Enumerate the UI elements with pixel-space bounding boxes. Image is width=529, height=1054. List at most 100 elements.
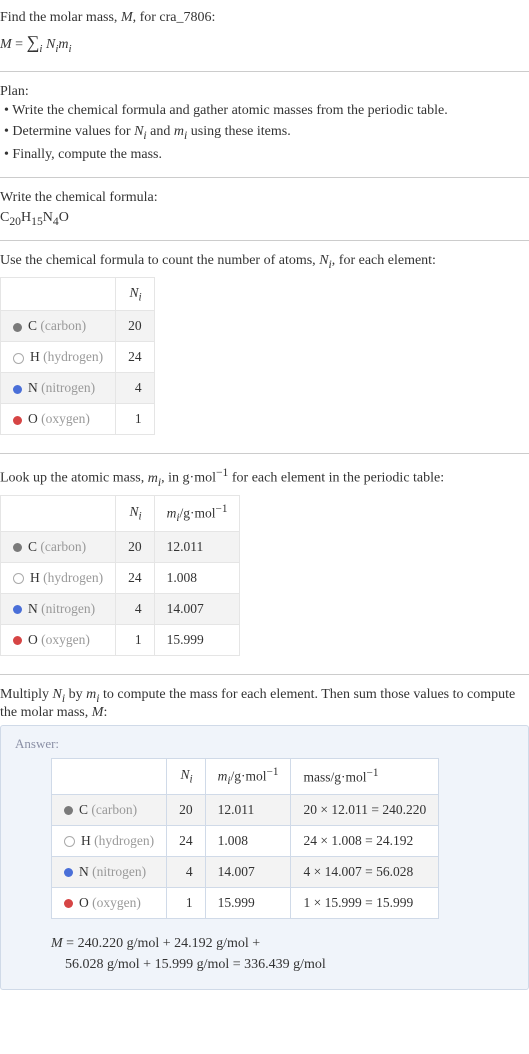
element-cell: H (hydrogen) bbox=[52, 825, 167, 856]
s3-post: for each element in the periodic table: bbox=[228, 471, 444, 486]
el-name: (hydrogen) bbox=[43, 349, 103, 364]
ni-val: 20 bbox=[116, 532, 155, 563]
mass-header: mass/g·mol−1 bbox=[291, 758, 439, 794]
ni-val: 4 bbox=[116, 594, 155, 625]
prompt-text2: , for cra_7806: bbox=[133, 10, 216, 25]
element-cell: C (carbon) bbox=[52, 794, 167, 825]
s3-mid: , in g·mol bbox=[161, 471, 216, 486]
ni-header: Ni bbox=[116, 277, 155, 311]
chem-o: O bbox=[59, 210, 69, 225]
s2-post: , for each element: bbox=[332, 253, 436, 268]
mass-h: mass/g·mol bbox=[303, 770, 366, 785]
neg1: −1 bbox=[216, 503, 228, 515]
table-row: C (carbon)2012.011 bbox=[1, 532, 240, 563]
el: N bbox=[28, 380, 38, 395]
divider bbox=[0, 71, 529, 72]
divider bbox=[0, 674, 529, 675]
table-row: H (hydrogen)241.00824 × 1.008 = 24.192 bbox=[52, 825, 439, 856]
element-cell: N (nitrogen) bbox=[52, 856, 167, 887]
mi-header: mi/g·mol−1 bbox=[154, 495, 240, 531]
var-m: M bbox=[92, 705, 104, 720]
s4-pre: Multiply bbox=[0, 687, 53, 702]
step4-heading: Multiply Ni by mi to compute the mass fo… bbox=[0, 687, 529, 721]
mi-val: 14.007 bbox=[205, 856, 291, 887]
plan-heading: Plan: bbox=[0, 84, 529, 100]
atom-count-table: Ni C (carbon)20 H (hydrogen)24 N (nitrog… bbox=[0, 277, 155, 436]
ni-val: 24 bbox=[167, 825, 206, 856]
table-row: N (nitrogen)414.0074 × 14.007 = 56.028 bbox=[52, 856, 439, 887]
el: C bbox=[79, 802, 88, 817]
mi-unit: /g·mol bbox=[180, 505, 216, 520]
ni-val: 20 bbox=[167, 794, 206, 825]
ni-header: Ni bbox=[167, 758, 206, 794]
plan-b2: • Determine values for Ni and mi using t… bbox=[4, 121, 529, 144]
element-cell: O (oxygen) bbox=[1, 404, 116, 435]
mi-h: m bbox=[218, 768, 228, 783]
ni-val: 1 bbox=[116, 404, 155, 435]
neg1: −1 bbox=[216, 466, 228, 479]
ni-h-sub: i bbox=[138, 511, 141, 523]
blank-header bbox=[1, 495, 116, 531]
element-cell: H (hydrogen) bbox=[1, 563, 116, 594]
chem-c: C bbox=[0, 210, 9, 225]
step-multiply: Multiply Ni by mi to compute the mass fo… bbox=[0, 679, 529, 1002]
table-header-row: Ni mi/g·mol−1 mass/g·mol−1 bbox=[52, 758, 439, 794]
el: H bbox=[30, 570, 40, 585]
s4-post: : bbox=[103, 705, 107, 720]
table-row: O (oxygen)115.9991 × 15.999 = 15.999 bbox=[52, 887, 439, 918]
table-row: O (oxygen)115.999 bbox=[1, 625, 240, 656]
element-cell: O (oxygen) bbox=[1, 625, 116, 656]
element-cell: N (nitrogen) bbox=[1, 594, 116, 625]
mi-unit: /g·mol bbox=[231, 768, 267, 783]
final-result: M = 240.220 g/mol + 24.192 g/mol + 56.02… bbox=[51, 925, 514, 975]
s4-mid: by bbox=[65, 687, 86, 702]
ni-val: 1 bbox=[167, 887, 206, 918]
chem-c-sub: 20 bbox=[9, 215, 21, 228]
divider bbox=[0, 177, 529, 178]
mass-val: 24 × 1.008 = 24.192 bbox=[291, 825, 439, 856]
el: N bbox=[28, 601, 38, 616]
step3-heading: Look up the atomic mass, mi, in g·mol−1 … bbox=[0, 466, 529, 488]
step-atomic-mass: Look up the atomic mass, mi, in g·mol−1 … bbox=[0, 458, 529, 670]
table-row: H (hydrogen)24 bbox=[1, 342, 155, 373]
mi-val: 1.008 bbox=[205, 825, 291, 856]
table-row: H (hydrogen)241.008 bbox=[1, 563, 240, 594]
element-cell: H (hydrogen) bbox=[1, 342, 116, 373]
el-name: (oxygen) bbox=[92, 895, 141, 910]
mi-val: 14.007 bbox=[154, 594, 240, 625]
prompt-text: Find the molar mass, bbox=[0, 10, 121, 25]
el-name: (carbon) bbox=[40, 539, 86, 554]
divider bbox=[0, 453, 529, 454]
ni-h-sub: i bbox=[189, 774, 192, 786]
ni-h-sub: i bbox=[138, 291, 141, 303]
el-name: (nitrogen) bbox=[41, 601, 95, 616]
el: H bbox=[30, 349, 40, 364]
var-m: M bbox=[121, 10, 133, 25]
plan-b3: • Finally, compute the mass. bbox=[4, 144, 529, 165]
answer-table: Ni mi/g·mol−1 mass/g·mol−1 C (carbon)201… bbox=[51, 758, 439, 919]
chemical-formula: C20H15N4O bbox=[0, 206, 529, 228]
step1-heading: Write the chemical formula: bbox=[0, 190, 529, 206]
el: N bbox=[79, 864, 89, 879]
answer-label: Answer: bbox=[15, 736, 514, 752]
molar-mass-formula: M = ∑i Nimi bbox=[0, 28, 529, 59]
el: C bbox=[28, 539, 37, 554]
element-cell: C (carbon) bbox=[1, 532, 116, 563]
s3-pre: Look up the atomic mass, bbox=[0, 471, 148, 486]
mass-val: 4 × 14.007 = 56.028 bbox=[291, 856, 439, 887]
el-name: (nitrogen) bbox=[41, 380, 95, 395]
atomic-mass-table: Ni mi/g·mol−1 C (carbon)2012.011 H (hydr… bbox=[0, 495, 240, 656]
chem-n: N bbox=[43, 210, 53, 225]
plan-bullets: • Write the chemical formula and gather … bbox=[0, 100, 529, 165]
el: O bbox=[28, 411, 38, 426]
prompt-section: Find the molar mass, M, for cra_7806: M … bbox=[0, 0, 529, 67]
step-formula: Write the chemical formula: C20H15N4O bbox=[0, 182, 529, 236]
chem-h-sub: 15 bbox=[31, 215, 43, 228]
table-header-row: Ni bbox=[1, 277, 155, 311]
step-count-atoms: Use the chemical formula to count the nu… bbox=[0, 245, 529, 449]
mi-val: 1.008 bbox=[154, 563, 240, 594]
mi-header: mi/g·mol−1 bbox=[205, 758, 291, 794]
chem-h: H bbox=[21, 210, 31, 225]
mi-val: 15.999 bbox=[154, 625, 240, 656]
el: C bbox=[28, 318, 37, 333]
